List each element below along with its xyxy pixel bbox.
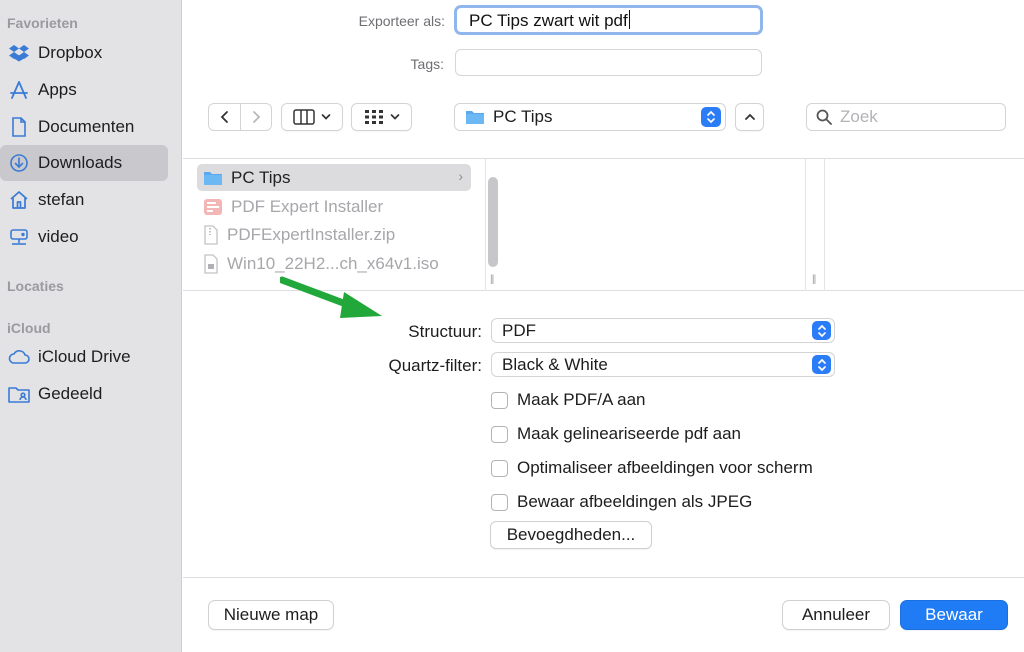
permissions-button[interactable]: Bevoegdheden... — [490, 521, 652, 549]
file-name: Win10_22H2...ch_x64v1.iso — [227, 253, 439, 273]
dropbox-icon — [8, 42, 30, 64]
chevron-right-icon: › — [458, 168, 463, 184]
sidebar-item-label: Gedeeld — [38, 384, 103, 403]
sidebar-item-label: stefan — [38, 190, 85, 209]
sidebar-item-stefan[interactable]: stefan — [0, 182, 168, 218]
checkbox-label: Bewaar afbeeldingen als JPEG — [517, 492, 753, 511]
file-name: PDFExpertInstaller.zip — [227, 224, 396, 244]
checkbox-linearized[interactable]: Maak gelineariseerde pdf aan — [491, 423, 741, 445]
structure-value: PDF — [502, 320, 536, 340]
column-divider[interactable] — [485, 159, 486, 291]
chevron-down-icon — [321, 114, 331, 120]
checkbox-label: Maak gelineariseerde pdf aan — [517, 424, 741, 443]
search-icon — [816, 109, 832, 125]
file-row-pdf-expert-zip: PDFExpertInstaller.zip — [197, 221, 471, 248]
document-icon — [8, 116, 30, 138]
export-name-input[interactable]: PC Tips zwart wit pdf — [454, 5, 763, 35]
pdf-expert-app-icon — [204, 198, 222, 215]
chevron-down-icon — [390, 114, 399, 120]
view-mode-button[interactable] — [281, 103, 343, 131]
folder-icon — [204, 171, 222, 185]
sidebar-section-favorites: Favorieten — [7, 15, 78, 31]
search-field[interactable]: Zoek — [806, 103, 1006, 131]
location-popup[interactable]: PC Tips — [454, 103, 726, 131]
column-divider[interactable] — [805, 159, 806, 291]
sidebar-item-label: Documenten — [38, 117, 135, 136]
columns-view-icon — [293, 109, 315, 125]
network-drive-icon — [8, 226, 30, 248]
sidebar-item-downloads[interactable]: Downloads — [0, 145, 168, 181]
checkbox-label: Maak PDF/A aan — [517, 390, 646, 409]
checkbox[interactable] — [491, 459, 508, 477]
file-row-pc-tips[interactable]: PC Tips › — [197, 164, 471, 191]
export-name-value: PC Tips zwart wit pdf — [469, 11, 628, 30]
history-nav — [208, 103, 272, 131]
sidebar-item-video[interactable]: video — [0, 219, 168, 255]
sidebar-item-apps[interactable]: Apps — [0, 72, 168, 108]
sidebar-item-label: Dropbox — [38, 43, 103, 62]
column-divider[interactable] — [824, 159, 825, 291]
annotation-arrow-icon — [280, 276, 382, 318]
quartz-filter-label: Quartz-filter: — [388, 356, 482, 375]
scrollbar-thumb[interactable] — [488, 177, 498, 267]
checkbox-label: Optimaliseer afbeeldingen voor scherm — [517, 458, 813, 477]
structure-label: Structuur: — [408, 322, 482, 341]
save-button[interactable]: Bewaar — [900, 600, 1008, 630]
file-name: PDF Expert Installer — [231, 196, 384, 216]
sidebar-item-dropbox[interactable]: Dropbox — [0, 35, 168, 71]
chevron-left-icon — [220, 111, 228, 123]
folder-icon — [466, 111, 484, 124]
home-icon — [8, 189, 30, 211]
sidebar-item-icloud-drive[interactable]: iCloud Drive — [0, 339, 168, 375]
quartz-filter-value: Black & White — [502, 354, 608, 374]
zip-file-icon — [204, 224, 218, 245]
sidebar-section-icloud: iCloud — [7, 320, 51, 336]
checkbox[interactable] — [491, 425, 508, 443]
group-by-button[interactable] — [351, 103, 412, 131]
apps-icon — [8, 79, 30, 101]
checkbox[interactable] — [491, 493, 508, 511]
quartz-filter-popup[interactable]: Black & White — [491, 352, 835, 377]
column-resize-handle[interactable]: || — [812, 274, 816, 285]
back-button[interactable] — [209, 104, 240, 130]
sidebar: Favorieten Dropbox Apps Documenten Downl… — [0, 0, 182, 652]
export-as-label: Exporteer als: — [358, 13, 445, 29]
sidebar-item-label: iCloud Drive — [38, 347, 131, 366]
file-row-pdf-expert-installer: PDF Expert Installer — [197, 193, 471, 220]
shared-folder-icon — [8, 383, 30, 405]
structure-popup[interactable]: PDF — [491, 318, 835, 343]
cancel-button[interactable]: Annuleer — [782, 600, 890, 630]
popup-stepper-icon — [812, 355, 831, 374]
grid-icon — [364, 110, 383, 124]
sidebar-item-label: video — [38, 227, 79, 246]
sidebar-section-locations: Locaties — [7, 278, 64, 294]
collapse-browser-button[interactable] — [735, 103, 764, 131]
sidebar-item-shared[interactable]: Gedeeld — [0, 376, 168, 412]
sidebar-item-label: Apps — [38, 80, 77, 99]
popup-stepper-icon — [812, 321, 831, 340]
sidebar-item-label: Downloads — [38, 153, 123, 172]
checkbox[interactable] — [491, 391, 508, 409]
column-resize-handle[interactable]: || — [490, 274, 494, 285]
location-label: PC Tips — [493, 107, 553, 126]
sidebar-item-documents[interactable]: Documenten — [0, 109, 168, 145]
search-placeholder: Zoek — [840, 107, 878, 126]
checkbox-jpeg[interactable]: Bewaar afbeeldingen als JPEG — [491, 491, 752, 513]
new-folder-button[interactable]: Nieuwe map — [208, 600, 334, 630]
iso-file-icon — [204, 253, 218, 274]
tags-input[interactable] — [455, 49, 762, 76]
chevron-up-icon — [744, 113, 755, 120]
checkbox-optimize-images[interactable]: Optimaliseer afbeeldingen voor scherm — [491, 457, 813, 479]
checkbox-pdfa[interactable]: Maak PDF/A aan — [491, 389, 646, 411]
chevron-right-icon — [253, 111, 261, 123]
download-icon — [8, 152, 30, 174]
text-caret — [628, 10, 631, 29]
forward-button[interactable] — [240, 104, 271, 130]
file-name: PC Tips — [231, 167, 291, 187]
divider — [183, 577, 1024, 578]
cloud-icon — [8, 346, 30, 368]
popup-stepper-icon — [701, 107, 721, 127]
file-row-win10-iso: Win10_22H2...ch_x64v1.iso — [197, 250, 471, 277]
tags-label: Tags: — [410, 56, 444, 72]
